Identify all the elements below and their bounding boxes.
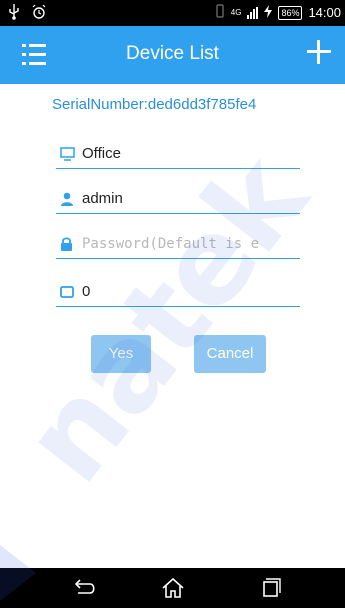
monitor-icon	[60, 147, 75, 161]
alarm-icon	[32, 4, 46, 23]
usb-icon	[8, 4, 20, 23]
android-nav-bar	[0, 568, 345, 608]
lock-icon	[60, 237, 74, 251]
status-right: 4G 86% 14:00	[215, 4, 341, 21]
recent-apps-icon[interactable]	[256, 576, 286, 600]
battery-indicator: 86%	[278, 5, 303, 20]
network-type: 4G	[230, 8, 242, 17]
vibrate-icon	[215, 4, 225, 21]
status-left-icons	[8, 4, 46, 23]
cancel-button[interactable]: Cancel	[194, 335, 266, 373]
app-header: Device List	[0, 26, 345, 84]
serial-number-label: SerialNumber:ded6dd3f785fe4	[52, 96, 257, 113]
device-name-value: Office	[82, 145, 121, 162]
signal-icon	[247, 6, 259, 19]
user-icon	[60, 192, 74, 206]
channel-value: 0	[82, 283, 91, 300]
channel-field[interactable]: 0	[56, 280, 300, 307]
password-placeholder: Password(Default is e	[82, 236, 260, 252]
channel-icon	[60, 285, 74, 299]
watermark-shape	[0, 545, 36, 601]
status-bar: 4G 86% 14:00	[0, 0, 345, 26]
plus-icon[interactable]	[307, 40, 331, 64]
yes-button[interactable]: Yes	[91, 335, 151, 373]
page-title: Device List	[126, 43, 219, 64]
device-name-field[interactable]: Office	[56, 142, 300, 169]
username-value: admin	[82, 190, 123, 207]
back-icon[interactable]	[68, 576, 98, 600]
home-icon[interactable]	[158, 576, 188, 600]
password-field[interactable]: Password(Default is e	[56, 232, 300, 259]
charging-icon	[264, 4, 273, 21]
status-time: 14:00	[308, 5, 341, 20]
username-field[interactable]: admin	[56, 187, 300, 214]
